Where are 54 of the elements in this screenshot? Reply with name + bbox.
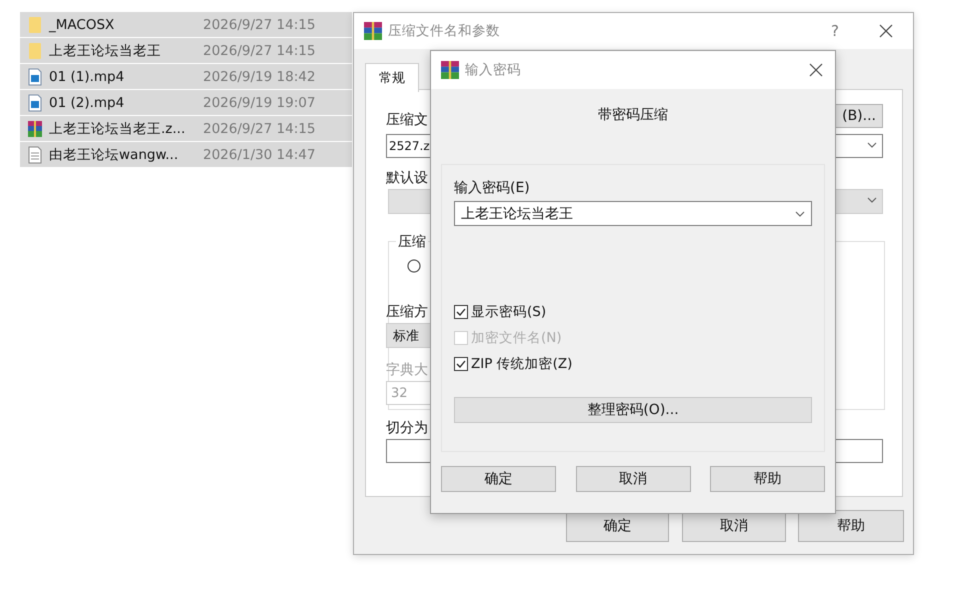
checkbox[interactable] <box>454 357 468 371</box>
group-label: 压缩 <box>396 233 428 251</box>
file-row[interactable]: 01 (1).mp4 2026/9/19 18:42 <box>20 64 352 89</box>
field-label: 字典大 <box>386 361 428 379</box>
field-label: 默认设 <box>386 169 428 187</box>
organize-button[interactable]: 整理密码(O)... <box>454 397 812 423</box>
archive-icon <box>27 120 43 138</box>
file-name: 由老王论坛wangw... <box>49 146 180 164</box>
field-label: 压缩文 <box>386 111 428 129</box>
video-file-icon <box>27 94 43 112</box>
text-file-icon <box>27 146 43 164</box>
folder-icon <box>27 16 43 34</box>
field-label: 切分为 <box>386 419 428 437</box>
dialog-button[interactable]: 取消 <box>576 466 690 492</box>
chevron-icon <box>867 142 877 148</box>
file-name: _MACOSX <box>49 16 116 32</box>
dialog-button[interactable]: 帮助 <box>798 510 904 542</box>
file-date: 2026/1/30 14:47 <box>203 146 316 162</box>
file-row[interactable]: 01 (2).mp4 2026/9/19 19:07 <box>20 90 352 115</box>
checkbox-label: 加密文件名(N) <box>471 329 562 347</box>
checkbox[interactable] <box>454 305 468 319</box>
password-field[interactable]: 上老王论坛当老王 <box>454 201 812 226</box>
archive-icon <box>364 22 382 40</box>
file-row[interactable]: _MACOSX 2026/9/27 14:15 <box>20 12 352 37</box>
archive-icon <box>441 61 459 79</box>
dialog-button[interactable]: 确定 <box>441 466 556 492</box>
file-date: 2026/9/27 14:15 <box>203 120 316 136</box>
chevron-icon <box>795 210 805 216</box>
field-label: 压缩方 <box>386 303 428 321</box>
file-date: 2026/9/19 19:07 <box>203 94 316 110</box>
help-button[interactable]: ? <box>831 22 839 40</box>
file-row[interactable]: 上老王论坛当老王 2026/9/27 14:15 <box>20 38 352 63</box>
close-icon[interactable] <box>809 63 823 77</box>
close-icon[interactable] <box>879 24 893 38</box>
dialog-heading: 带密码压缩 <box>598 106 668 124</box>
file-name: 上老王论坛当老王 <box>49 42 162 60</box>
file-date: 2026/9/19 18:42 <box>203 68 316 84</box>
window-title: 压缩文件名和参数 <box>388 22 500 40</box>
file-name: 上老王论坛当老王.z... <box>49 120 186 138</box>
file-name: 01 (2).mp4 <box>49 94 126 110</box>
field-label: 输入密码(E) <box>454 179 530 197</box>
checkbox-label: ZIP 传统加密(Z) <box>471 355 572 373</box>
file-name: 01 (1).mp4 <box>49 68 126 84</box>
dialog-button[interactable]: 帮助 <box>710 466 825 492</box>
file-row[interactable]: 由老王论坛wangw... 2026/1/30 14:47 <box>20 142 352 167</box>
window-title: 输入密码 <box>465 61 521 79</box>
video-file-icon <box>27 68 43 86</box>
file-date: 2026/9/27 14:15 <box>203 42 316 58</box>
folder-icon <box>27 42 43 60</box>
tab[interactable]: 常规 <box>365 63 419 92</box>
checkbox-label: 显示密码(S) <box>471 303 546 321</box>
file-row[interactable]: 上老王论坛当老王.z... 2026/9/27 14:15 <box>20 116 352 141</box>
file-date: 2026/9/27 14:15 <box>203 16 316 32</box>
chevron-icon <box>867 197 877 203</box>
